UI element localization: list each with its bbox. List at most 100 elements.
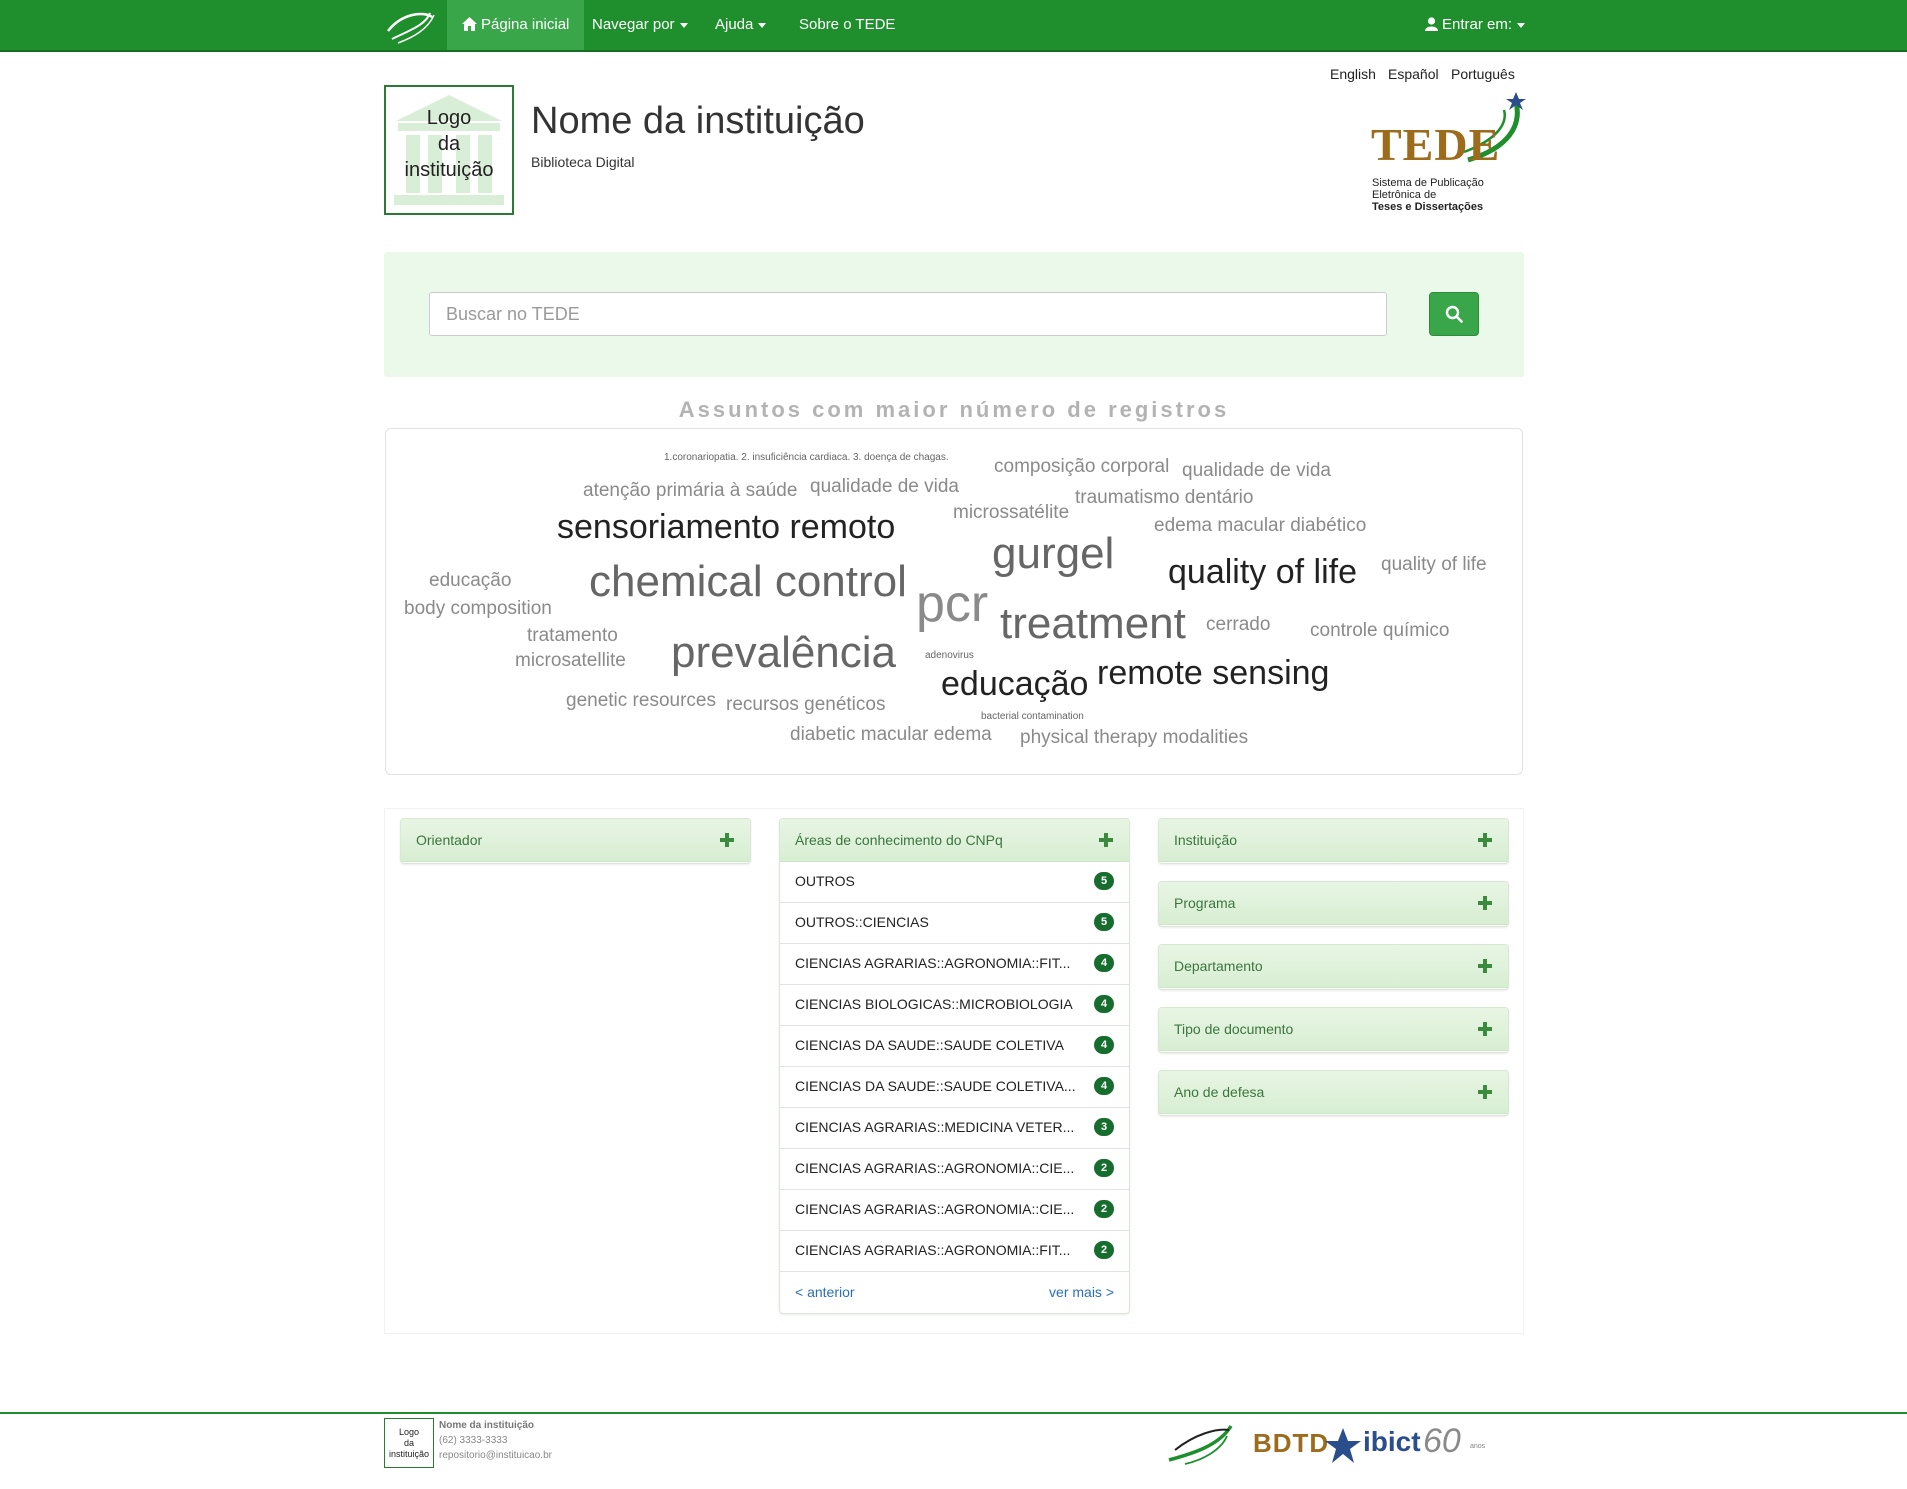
cloud-tag[interactable]: microssatélite [953, 503, 1069, 522]
tede-tagline-3: Teses e Dissertações [1372, 201, 1484, 213]
search-input[interactable] [429, 292, 1387, 336]
cloud-tag[interactable]: 1.coronariopatia. 2. insuficiência cardi… [664, 453, 949, 463]
facet-orientador[interactable]: Orientador [400, 818, 751, 864]
cloud-tag[interactable]: educação [941, 667, 1088, 701]
cloud-tag[interactable]: pcr [916, 578, 988, 630]
institution-subtitle: Biblioteca Digital [531, 154, 635, 170]
plus-icon[interactable] [1478, 1085, 1492, 1099]
nav-about[interactable]: Sobre o TEDE [784, 0, 910, 50]
cloud-tag[interactable]: quality of life [1381, 555, 1487, 574]
cloud-tag[interactable]: recursos genéticos [726, 695, 885, 714]
cloud-tag[interactable]: adenovirus [925, 651, 974, 661]
cloud-tag[interactable]: treatment [1000, 602, 1186, 646]
facet-item[interactable]: CIENCIAS DA SAUDE::SAUDE COLETIVA 4 [780, 1025, 1129, 1067]
nav-home[interactable]: Página inicial [447, 0, 585, 50]
cloud-tag[interactable]: remote sensing [1097, 656, 1329, 690]
plus-icon[interactable] [720, 833, 734, 847]
facet-title: Ano de defesa [1174, 1084, 1265, 1100]
institution-logo-text: Logo da instituição [386, 105, 512, 183]
footer-institution-logo[interactable]: Logo da instituição [384, 1418, 434, 1468]
facet-programa[interactable]: Programa [1158, 881, 1509, 927]
cloud-tag[interactable]: chemical control [589, 560, 907, 604]
facet-header[interactable]: Instituição [1159, 819, 1508, 862]
tede-swoosh-icon[interactable] [1165, 1420, 1237, 1466]
institution-logo[interactable]: Logo da instituição [384, 85, 514, 215]
more-link[interactable]: ver mais > [1049, 1284, 1114, 1300]
nav-browse-dropdown[interactable]: Navegar por [577, 0, 703, 50]
facet-item-label: CIENCIAS AGRARIAS::AGRONOMIA::CIE... [795, 1160, 1075, 1176]
footer: Logo da instituição Nome da instituição … [0, 1412, 1907, 1489]
cloud-tag[interactable]: gurgel [992, 532, 1114, 576]
cloud-tag[interactable]: sensoriamento remoto [557, 510, 895, 544]
cloud-tag[interactable]: quality of life [1168, 555, 1357, 589]
facet-tipo-documento[interactable]: Tipo de documento [1158, 1007, 1509, 1053]
facet-item-label: CIENCIAS BIOLOGICAS::MICROBIOLOGIA [795, 996, 1073, 1012]
cloud-tag[interactable]: tratamento [527, 626, 618, 645]
facet-item[interactable]: CIENCIAS AGRARIAS::AGRONOMIA::FIT... 2 [780, 1230, 1129, 1272]
facet-header[interactable]: Programa [1159, 882, 1508, 925]
plus-icon[interactable] [1478, 1022, 1492, 1036]
facet-item[interactable]: CIENCIAS DA SAUDE::SAUDE COLETIVA... 4 [780, 1066, 1129, 1108]
nav-login-label: Entrar em: [1442, 16, 1513, 33]
top-navbar: Página inicial Navegar por Ajuda Sobre o… [0, 0, 1907, 52]
cloud-tag[interactable]: physical therapy modalities [1020, 728, 1248, 747]
lang-espanol[interactable]: Español [1388, 66, 1439, 82]
facet-item-label: CIENCIAS AGRARIAS::AGRONOMIA::FIT... [795, 1242, 1071, 1258]
facet-item[interactable]: CIENCIAS AGRARIAS::MEDICINA VETER... 3 [780, 1107, 1129, 1149]
cloud-tag[interactable]: cerrado [1206, 615, 1270, 634]
facet-item[interactable]: OUTROS::CIENCIAS 5 [780, 902, 1129, 944]
count-badge: 2 [1094, 1200, 1114, 1218]
tede-tagline-1: Sistema de Publicação [1372, 177, 1484, 189]
search-button[interactable] [1429, 292, 1479, 336]
facet-header[interactable]: Áreas de conhecimento do CNPq [780, 819, 1129, 862]
bdtd-logo[interactable]: BDTD [1253, 1428, 1329, 1459]
facet-header[interactable]: Orientador [401, 819, 750, 862]
cloud-tag[interactable]: atenção primária à saúde [583, 481, 797, 500]
cloud-tag[interactable]: educação [429, 571, 511, 590]
cloud-tag[interactable]: prevalência [671, 631, 896, 675]
facet-item[interactable]: CIENCIAS AGRARIAS::AGRONOMIA::FIT... 4 [780, 943, 1129, 985]
cloud-tag[interactable]: body composition [404, 599, 552, 618]
facet-item[interactable]: CIENCIAS BIOLOGICAS::MICROBIOLOGIA 4 [780, 984, 1129, 1026]
tede-logo[interactable]: TEDE Sistema de Publicação Eletrônica de… [1368, 90, 1528, 215]
facet-ano-defesa[interactable]: Ano de defesa [1158, 1070, 1509, 1116]
plus-icon[interactable] [1099, 833, 1113, 847]
footer-phone: (62) 3333-3333 [439, 1435, 508, 1446]
user-icon [1425, 17, 1438, 31]
cloud-tag[interactable]: controle químico [1310, 621, 1449, 640]
cloud-tag[interactable]: traumatismo dentário [1075, 488, 1253, 507]
lang-portugues[interactable]: Português [1451, 66, 1515, 82]
cloud-tag[interactable]: composição corporal [994, 457, 1169, 476]
ibict-logo[interactable]: ibict [1363, 1426, 1421, 1458]
nav-login-dropdown[interactable]: Entrar em: [1410, 0, 1540, 50]
facet-item[interactable]: CIENCIAS AGRARIAS::AGRONOMIA::CIE... 2 [780, 1189, 1129, 1231]
partner-logos: BDTD ibict 60 anos [1165, 1418, 1495, 1468]
facet-header[interactable]: Tipo de documento [1159, 1008, 1508, 1051]
facet-departamento[interactable]: Departamento [1158, 944, 1509, 990]
cloud-tag[interactable]: microsatellite [515, 651, 626, 670]
cloud-tag[interactable]: diabetic macular edema [790, 725, 992, 744]
cloud-tag[interactable]: qualidade de vida [1182, 461, 1331, 480]
prev-link[interactable]: < anterior [795, 1284, 855, 1300]
plus-icon[interactable] [1478, 959, 1492, 973]
plus-icon[interactable] [1478, 833, 1492, 847]
cloud-tag[interactable]: qualidade de vida [810, 477, 959, 496]
footer-email[interactable]: repositorio@instituicao.br [439, 1450, 552, 1461]
facet-title: Áreas de conhecimento do CNPq [795, 832, 1003, 848]
facet-item[interactable]: CIENCIAS AGRARIAS::AGRONOMIA::CIE... 2 [780, 1148, 1129, 1190]
plus-icon[interactable] [1478, 896, 1492, 910]
facet-item-label: CIENCIAS DA SAUDE::SAUDE COLETIVA [795, 1037, 1064, 1053]
nav-help-dropdown[interactable]: Ajuda [700, 0, 781, 50]
tede-brand-icon[interactable] [384, 7, 436, 45]
facet-header[interactable]: Ano de defesa [1159, 1071, 1508, 1114]
cloud-tag[interactable]: edema macular diabético [1154, 516, 1366, 535]
cloud-tag[interactable]: genetic resources [566, 691, 716, 710]
facet-header[interactable]: Departamento [1159, 945, 1508, 988]
facet-item[interactable]: OUTROS 5 [780, 861, 1129, 903]
count-badge: 4 [1094, 1077, 1114, 1095]
count-badge: 3 [1094, 1118, 1114, 1136]
facet-instituicao[interactable]: Instituição [1158, 818, 1509, 864]
count-badge: 2 [1094, 1159, 1114, 1177]
lang-english[interactable]: English [1330, 66, 1376, 82]
cloud-tag[interactable]: bacterial contamination [981, 712, 1084, 722]
